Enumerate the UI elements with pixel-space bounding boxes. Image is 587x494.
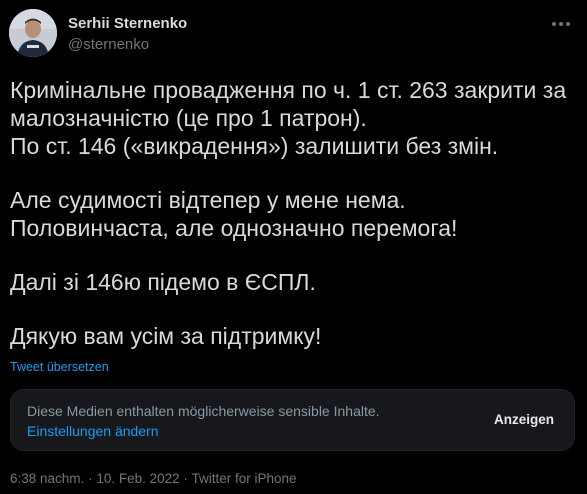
tweet-date[interactable]: 10. Feb. 2022	[96, 471, 179, 486]
more-options-button[interactable]	[549, 12, 573, 36]
tweet-meta: 6:38 nachm. · 10. Feb. 2022 · Twitter fo…	[10, 471, 296, 486]
author-name[interactable]: Serhii Sternenko	[68, 14, 187, 33]
tweet-time[interactable]: 6:38 nachm.	[10, 471, 84, 486]
tweet-text-line: Кримінальне провадження по ч. 1 ст. 263 …	[10, 77, 567, 103]
avatar-photo	[9, 9, 57, 57]
show-media-button[interactable]: Anzeigen	[494, 412, 554, 427]
tweet-text-line: Далі зі 146ю підемо в ЄСПЛ.	[10, 269, 316, 295]
tweet-text: Кримінальне провадження по ч. 1 ст. 263 …	[10, 76, 580, 350]
avatar[interactable]	[9, 9, 57, 57]
translate-tweet-link[interactable]: Tweet übersetzen	[10, 360, 109, 374]
meta-separator: ·	[183, 471, 188, 486]
tweet: Serhii Sternenko @sternenko Кримінальне …	[0, 0, 587, 494]
tweet-source[interactable]: Twitter for iPhone	[191, 471, 296, 486]
sensitive-media-warning: Diese Medien enthalten möglicherweise se…	[10, 389, 575, 451]
author-handle[interactable]: @sternenko	[68, 35, 187, 54]
tweet-text-line: По ст. 146 («викрадення») залишити без з…	[10, 133, 499, 159]
tweet-text-line: малозначністю (це про 1 патрон).	[10, 105, 367, 131]
tweet-text-line: Половинчаста, але однозначно перемога!	[10, 215, 458, 241]
more-dots-icon	[552, 22, 570, 26]
tweet-text-line: Але судимості відтепер у мене нема.	[10, 187, 406, 213]
tweet-text-line: Дякую вам усім за підтримку!	[10, 323, 322, 349]
author-block: Serhii Sternenko @sternenko	[68, 14, 187, 54]
change-settings-link[interactable]: Einstellungen ändern	[27, 423, 159, 439]
sensitive-media-message: Diese Medien enthalten möglicherweise se…	[27, 403, 380, 419]
meta-separator: ·	[88, 471, 93, 486]
